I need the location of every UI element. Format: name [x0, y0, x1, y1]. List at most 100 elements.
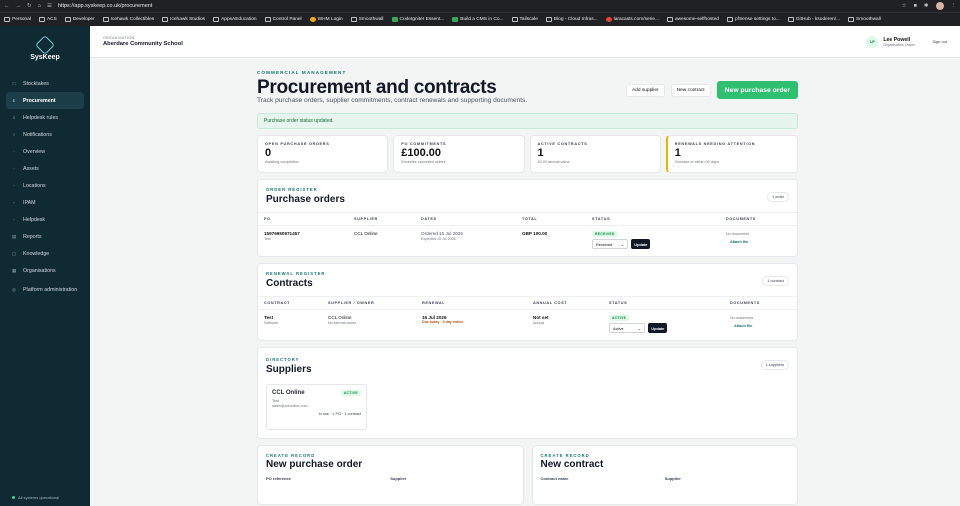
bookmark[interactable]: pfSense settings to...: [726, 17, 780, 22]
extension-icon[interactable]: ■: [914, 3, 917, 9]
sidebar-item-knowledge[interactable]: ▢ Knowledge: [0, 245, 90, 262]
stat-po-commitments: PO COMMITMENTS £100.00 Excludes cancelle…: [393, 135, 525, 173]
folder-icon: [213, 17, 220, 22]
bell-icon: ○: [12, 132, 16, 137]
po-status-select[interactable]: Received ⌄: [592, 239, 628, 249]
folder-icon: [64, 17, 71, 22]
sidebar-item-procurement[interactable]: £ Procurement: [6, 92, 84, 109]
sidebar-item-platform-administration[interactable]: ◎ Platform administration: [0, 279, 90, 301]
bookmark[interactable]: laracasts.com/serie...: [605, 17, 659, 22]
attach-file-button[interactable]: Attach file: [730, 324, 753, 328]
location-icon: ◦: [13, 183, 15, 188]
logo-icon: [35, 35, 55, 55]
menu-icon[interactable]: ⋮: [951, 3, 957, 9]
bookmark[interactable]: Build a CMS in Co...: [452, 17, 504, 22]
table-header: PO SUPPLIER DATES TOTAL STATUS DOCUMENTS: [258, 212, 797, 226]
sidebar-item-assets[interactable]: · Assets: [0, 160, 90, 177]
contract-status-select[interactable]: Active ⌄: [609, 323, 645, 333]
supplier-card[interactable]: CCL Online ACTIVE Test sales@cclonline.c…: [266, 384, 367, 430]
codeigniter-icon: [391, 17, 398, 22]
table-row: 15976950971457 Test CCL Online Ordered 1…: [258, 226, 797, 256]
brand-logo[interactable]: SysKeep: [0, 35, 90, 61]
bookmark[interactable]: awesome-selfhosted: [666, 17, 719, 22]
header-actions: Add supplier New contract New purchase o…: [625, 81, 798, 99]
sidebar-item-overview[interactable]: · Overview: [0, 143, 90, 160]
bookmark[interactable]: WHM Login: [309, 17, 343, 22]
org-icon: ▦: [12, 267, 17, 273]
po-number[interactable]: 15976950971457: [264, 231, 354, 236]
system-status: All systems operational: [12, 495, 59, 500]
sign-out-link[interactable]: Sign out: [932, 39, 947, 44]
count-badge: 1 order: [766, 192, 789, 202]
bookmark[interactable]: Tailscale: [511, 17, 538, 22]
sidebar-item-organisations[interactable]: ▦ Organisations: [0, 262, 90, 279]
tailscale-icon: [511, 17, 518, 22]
home-icon[interactable]: ⌂: [38, 3, 41, 9]
section-title: Purchase orders: [266, 194, 345, 205]
bookmark[interactable]: GitHub - ksoderen/...: [787, 17, 840, 22]
reload-icon[interactable]: ↻: [27, 3, 32, 9]
bookmark[interactable]: Personal: [4, 17, 31, 22]
new-purchase-order-form: CREATE RECORD New purchase order PO refe…: [257, 445, 524, 505]
laracasts-icon: [605, 17, 612, 22]
contract-name[interactable]: Test: [264, 315, 328, 320]
rules-icon: ≡: [12, 115, 16, 120]
admin-icon: ◎: [12, 287, 16, 293]
organisation-switcher[interactable]: ORGANISATION Aberdare Community School: [103, 36, 183, 47]
overview-icon: ·: [13, 149, 15, 154]
chevron-down-icon: ⌄: [637, 325, 641, 331]
sidebar-item-notifications[interactable]: ○ Notifications: [0, 126, 90, 143]
sidebar-item-locations[interactable]: ◦ Locations: [0, 177, 90, 194]
bookmark[interactable]: AppsAEducation: [213, 17, 257, 22]
attach-file-button[interactable]: Attach file: [726, 240, 749, 244]
table-header: CONTRACT SUPPLIER / OWNER RENEWAL ANNUAL…: [258, 296, 797, 310]
add-supplier-button[interactable]: Add supplier: [625, 83, 665, 97]
profile-avatar[interactable]: [935, 2, 944, 10]
bookmark[interactable]: Smoothwall: [350, 17, 384, 22]
bookmark[interactable]: Icehawk Collectibles: [102, 17, 154, 22]
page-header: COMMERCIAL MANAGEMENT Procurement and co…: [257, 70, 798, 104]
bookmark[interactable]: Smoothwall: [848, 17, 881, 22]
bookmark[interactable]: Control Panel: [264, 17, 302, 22]
bookmark[interactable]: Developer: [64, 17, 95, 22]
new-contract-button[interactable]: New contract: [670, 83, 711, 97]
folder-icon: [102, 17, 109, 22]
puzzle-icon[interactable]: ✱: [924, 3, 929, 9]
sidebar-item-reports[interactable]: ▤ Reports: [0, 228, 90, 245]
sidebar-item-helpdesk-rules[interactable]: ≡ Helpdesk rules: [0, 109, 90, 126]
avatar[interactable]: LP: [866, 35, 879, 48]
address-bar[interactable]: https://app.syskeep.co.uk/procurement: [58, 3, 902, 9]
sidebar-item-stocktakes[interactable]: □ Stocktakes: [0, 75, 90, 92]
stats-row: OPEN PURCHASE ORDERS 0 Awaiting completi…: [257, 135, 798, 173]
bookmark[interactable]: Icehawk Studios: [162, 17, 205, 22]
stat-renewals-needing-attention: RENEWALS NEEDING ATTENTION 1 Overdue or …: [665, 135, 798, 173]
table-row: Test Software CCL Online No internal own…: [258, 310, 797, 340]
card-header: RENEWAL REGISTER Contracts: [258, 264, 797, 296]
star-icon[interactable]: ☆: [902, 3, 907, 9]
back-icon[interactable]: ←: [4, 3, 10, 9]
github-icon: [787, 17, 794, 22]
app: SysKeep □ Stocktakes £ Procurement ≡ Helpde…: [0, 26, 960, 506]
reports-icon: ▤: [12, 233, 17, 239]
bookmark[interactable]: Blog - Cloud Infras...: [545, 17, 598, 22]
po-update-button[interactable]: Update: [631, 239, 651, 249]
browser-toolbar: ← → ↻ ⌂ ☰ https://app.syskeep.co.uk/proc…: [0, 0, 960, 12]
po-total: GBP 100.00: [522, 231, 548, 236]
bookmark[interactable]: ACS: [38, 17, 57, 22]
forward-icon[interactable]: →: [16, 3, 22, 9]
assets-icon: ·: [13, 166, 15, 171]
page-content: COMMERCIAL MANAGEMENT Procurement and co…: [257, 70, 798, 505]
supplier-email[interactable]: sales@cclonline.com: [272, 404, 361, 408]
status-badge: ACTIVE: [340, 390, 361, 396]
site-info-icon[interactable]: ☰: [47, 3, 52, 9]
folder-icon: [38, 17, 45, 22]
contract-name-label: Contract name: [540, 476, 569, 481]
contract-update-button[interactable]: Update: [648, 323, 668, 333]
bookmarks-bar: Personal ACS Developer Icehawk Collectib…: [0, 12, 960, 26]
folder-icon: [4, 17, 10, 22]
new-purchase-order-button[interactable]: New purchase order: [716, 81, 798, 99]
sidebar-item-helpdesk[interactable]: ◦ Helpdesk: [0, 211, 90, 228]
form-title: New purchase order: [266, 459, 363, 470]
sidebar-item-ipam[interactable]: ▫ IPAM: [0, 194, 90, 211]
bookmark[interactable]: CodeIgniter Essent...: [391, 17, 444, 22]
